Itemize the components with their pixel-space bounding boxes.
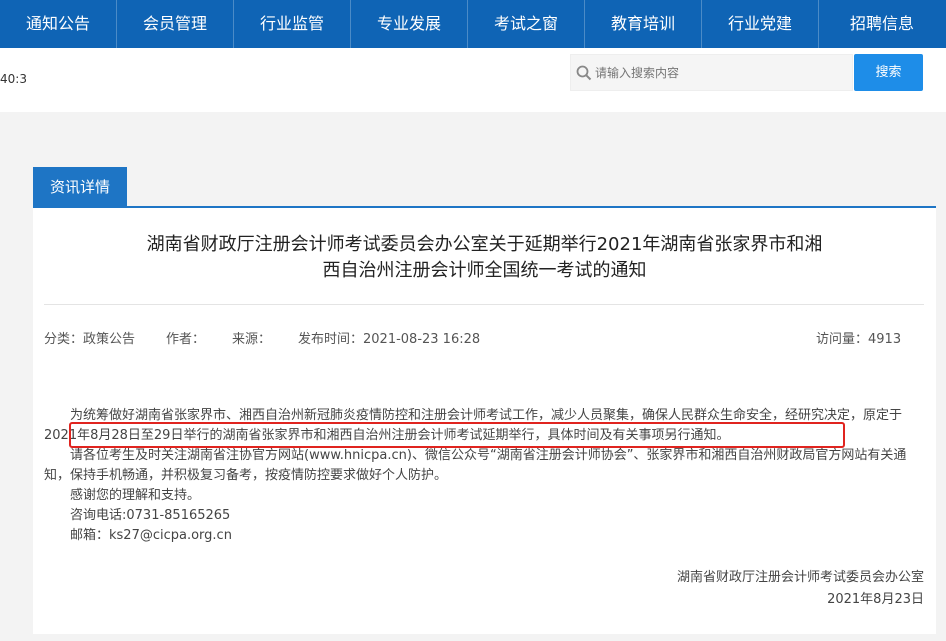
- nav-item-training[interactable]: 教育培训: [585, 0, 702, 48]
- nav-item-development[interactable]: 专业发展: [351, 0, 468, 48]
- article-title-line1: 湖南省财政厅注册会计师考试委员会办公室关于延期举行2021年湖南省张家界市和湘: [146, 234, 823, 255]
- article-title: 湖南省财政厅注册会计师考试委员会办公室关于延期举行2021年湖南省张家界市和湘 …: [33, 232, 936, 284]
- meta-source: 来源：: [232, 332, 272, 347]
- nav-item-party[interactable]: 行业党建: [702, 0, 819, 48]
- article-title-line2: 西自治州注册会计师全国统一考试的通知: [322, 260, 647, 281]
- nav-item-notices[interactable]: 通知公告: [0, 0, 117, 48]
- paragraph-2: 请各位考生及时关注湖南省注协官方网站(www.hnicpa.cn)、微信公众号“…: [44, 448, 907, 483]
- paragraph-phone: 咨询电话:0731-85165265: [70, 508, 231, 523]
- clock-text: 40:3: [0, 72, 27, 86]
- nav-item-supervision[interactable]: 行业监管: [234, 0, 351, 48]
- nav-item-members[interactable]: 会员管理: [117, 0, 234, 48]
- meta-published: 发布时间：2021-08-23 16:28: [298, 332, 481, 347]
- search-input[interactable]: [595, 55, 845, 90]
- signature-org: 湖南省财政厅注册会计师考试委员会办公室: [676, 570, 924, 585]
- search-button[interactable]: 搜索: [854, 54, 923, 91]
- nav-item-exams[interactable]: 考试之窗: [468, 0, 585, 48]
- article-panel: 湖南省财政厅注册会计师考试委员会办公室关于延期举行2021年湖南省张家界市和湘 …: [33, 206, 936, 634]
- paragraph-1-b-prefix: 定，: [837, 408, 864, 423]
- tab-article-detail[interactable]: 资讯详情: [33, 167, 127, 207]
- top-nav: 通知公告 会员管理 行业监管 专业发展 考试之窗 教育培训 行业党建 招聘信息: [0, 0, 946, 48]
- signature-date: 2021年8月23日: [827, 592, 924, 607]
- paragraph-1-a: 为统筹做好湖南省张家界市、湘西自治州新冠肺炎疫情防控和注册会计师考试工作，减少人…: [70, 408, 838, 423]
- meta-views: 访问量：4913: [816, 332, 902, 347]
- top-bar: 40:3 搜索: [0, 48, 946, 112]
- paragraph-3: 感谢您的理解和支持。: [70, 488, 201, 503]
- meta-author: 作者：: [166, 332, 206, 347]
- search-icon: [575, 64, 593, 82]
- meta-category: 分类：政策公告: [44, 332, 136, 347]
- search-box[interactable]: [570, 54, 853, 91]
- divider: [44, 304, 924, 305]
- nav-item-jobs[interactable]: 招聘信息: [819, 0, 945, 48]
- highlight-box: [69, 422, 845, 448]
- paragraph-email: 邮箱：ks27@cicpa.org.cn: [70, 528, 232, 543]
